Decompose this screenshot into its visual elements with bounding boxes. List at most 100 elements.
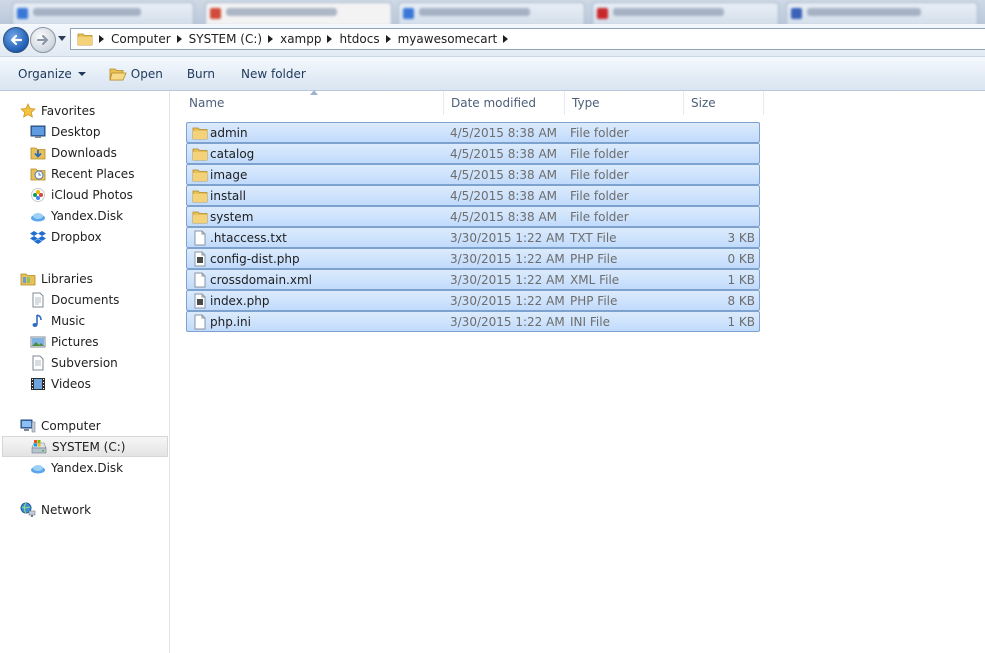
- breadcrumb-separator[interactable]: [266, 28, 276, 50]
- nav-item-pictures[interactable]: Pictures: [0, 331, 199, 352]
- text-file-icon: [194, 314, 206, 330]
- chevron-right-icon: [503, 35, 509, 43]
- new-folder-label: New folder: [241, 66, 306, 81]
- file-row[interactable]: catalog 4/5/2015 8:38 AM File folder: [186, 143, 760, 164]
- file-date: 4/5/2015 8:38 AM: [450, 210, 558, 224]
- chevron-right-icon: [268, 35, 274, 43]
- nav-item-yandex-disk[interactable]: Yandex.Disk: [0, 205, 199, 226]
- background-browser-tabs: [0, 0, 985, 24]
- nav-item-documents[interactable]: Documents: [0, 289, 199, 310]
- file-row[interactable]: php.ini 3/30/2015 1:22 AM INI File 1 KB: [186, 311, 760, 332]
- nav-computer[interactable]: Computer: [0, 415, 189, 436]
- file-row[interactable]: index.php 3/30/2015 1:22 AM PHP File 8 K…: [186, 290, 760, 311]
- burn-label: Burn: [186, 66, 215, 81]
- new-folder-button[interactable]: New folder: [233, 61, 314, 87]
- chevron-right-icon: [327, 35, 333, 43]
- file-date: 4/5/2015 8:38 AM: [450, 126, 558, 140]
- chevron-down-icon: [77, 71, 86, 76]
- file-type: File folder: [570, 168, 629, 182]
- breadcrumb-separator[interactable]: [384, 28, 394, 50]
- organize-button[interactable]: Organize: [10, 61, 95, 87]
- nav-item-label: Videos: [51, 376, 91, 391]
- browser-tab: [205, 2, 392, 24]
- file-name: catalog: [210, 147, 255, 161]
- nav-item-system-drive[interactable]: SYSTEM (C:): [2, 436, 168, 457]
- yandex-disk-icon: [31, 212, 45, 221]
- chevron-right-icon: [99, 35, 104, 43]
- browser-tab: [786, 2, 978, 24]
- file-row[interactable]: crossdomain.xml 3/30/2015 1:22 AM XML Fi…: [186, 269, 760, 290]
- breadcrumb-system-drive[interactable]: SYSTEM (C:): [185, 32, 266, 46]
- nav-item-label: Music: [51, 313, 86, 328]
- breadcrumb-separator[interactable]: [501, 28, 511, 50]
- file-row[interactable]: config-dist.php 3/30/2015 1:22 AM PHP Fi…: [186, 248, 760, 269]
- file-name: php.ini: [210, 315, 251, 329]
- desktop-icon: [30, 125, 46, 138]
- php-file-icon: [194, 251, 206, 267]
- browser-tab: [398, 2, 585, 24]
- nav-item-label: Desktop: [51, 124, 101, 139]
- php-file-icon: [194, 293, 206, 309]
- column-header-type[interactable]: Type: [565, 91, 684, 115]
- nav-item-label: Subversion: [51, 355, 118, 370]
- recent-pages-dropdown-icon[interactable]: [58, 34, 66, 42]
- nav-item-subversion[interactable]: Subversion: [0, 352, 199, 373]
- column-header-size[interactable]: Size: [684, 91, 764, 115]
- nav-item-dropbox[interactable]: Dropbox: [0, 226, 199, 247]
- nav-item-label: Pictures: [51, 334, 99, 349]
- arrow-left-icon: [10, 34, 23, 46]
- nav-item-downloads[interactable]: Downloads: [0, 142, 199, 163]
- file-row[interactable]: install 4/5/2015 8:38 AM File folder: [186, 185, 760, 206]
- folder-icon: [192, 127, 208, 140]
- folder-icon: [192, 169, 208, 182]
- column-header-label: Size: [691, 96, 716, 110]
- address-box[interactable]: Computer SYSTEM (C:) xampp htdocs myawes…: [70, 28, 985, 50]
- nav-item-music[interactable]: Music: [0, 310, 199, 331]
- open-folder-icon: [109, 68, 127, 80]
- open-button[interactable]: Open: [101, 61, 171, 87]
- subversion-icon: [32, 355, 44, 370]
- breadcrumb-separator[interactable]: [325, 28, 335, 50]
- dropbox-icon: [30, 230, 46, 244]
- breadcrumb-myawesomecart[interactable]: myawesomecart: [394, 32, 502, 46]
- forward-button[interactable]: [30, 27, 56, 53]
- file-type: TXT File: [570, 231, 617, 245]
- file-row[interactable]: system 4/5/2015 8:38 AM File folder: [186, 206, 760, 227]
- nav-item-icloud-photos[interactable]: iCloud Photos: [0, 184, 199, 205]
- file-name: image: [210, 168, 248, 182]
- column-header-label: Name: [189, 96, 225, 110]
- organize-label: Organize: [18, 66, 72, 81]
- breadcrumb-xampp[interactable]: xampp: [276, 32, 325, 46]
- breadcrumb-htdocs[interactable]: htdocs: [335, 32, 383, 46]
- file-date: 3/30/2015 1:22 AM: [450, 231, 565, 245]
- file-row[interactable]: .htaccess.txt 3/30/2015 1:22 AM TXT File…: [186, 227, 760, 248]
- file-date: 3/30/2015 1:22 AM: [450, 315, 565, 329]
- nav-item-videos[interactable]: Videos: [0, 373, 199, 394]
- nav-item-label: Documents: [51, 292, 120, 307]
- column-header-name[interactable]: Name: [182, 91, 444, 115]
- icloud-photos-icon: [31, 187, 45, 202]
- column-header-date-modified[interactable]: Date modified: [444, 91, 565, 115]
- file-date: 3/30/2015 1:22 AM: [450, 294, 565, 308]
- open-label: Open: [130, 66, 163, 81]
- breadcrumb-computer[interactable]: Computer: [107, 32, 175, 46]
- burn-button[interactable]: Burn: [179, 61, 223, 87]
- browser-tab: [592, 2, 779, 24]
- back-button[interactable]: [3, 27, 29, 53]
- column-header-label: Date modified: [451, 96, 537, 110]
- nav-libraries[interactable]: Libraries: [0, 268, 189, 289]
- chevron-right-icon: [176, 35, 182, 43]
- file-row[interactable]: image 4/5/2015 8:38 AM File folder: [186, 164, 760, 185]
- nav-network[interactable]: Network: [0, 499, 189, 520]
- nav-item-desktop[interactable]: Desktop: [0, 121, 199, 142]
- file-type: XML File: [570, 273, 620, 287]
- nav-item-yandex-disk[interactable]: Yandex.Disk: [0, 457, 199, 478]
- nav-favorites-label: Favorites: [41, 103, 96, 118]
- nav-item-recent-places[interactable]: Recent Places: [0, 163, 199, 184]
- file-date: 4/5/2015 8:38 AM: [450, 189, 558, 203]
- nav-favorites[interactable]: Favorites: [0, 100, 189, 121]
- breadcrumb-separator[interactable]: [97, 28, 107, 50]
- file-name: .htaccess.txt: [210, 231, 287, 245]
- file-row[interactable]: admin 4/5/2015 8:38 AM File folder: [186, 122, 760, 143]
- breadcrumb-separator[interactable]: [175, 28, 185, 50]
